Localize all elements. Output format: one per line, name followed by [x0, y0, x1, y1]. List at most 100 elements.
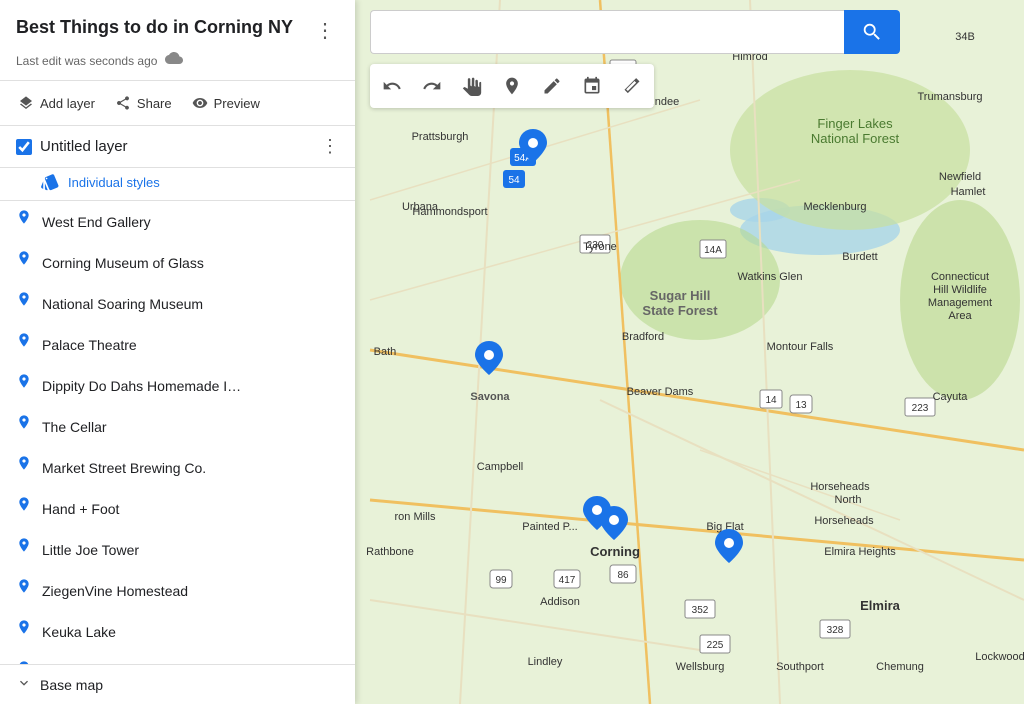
svg-text:34B: 34B [955, 31, 975, 43]
place-name: Corning Museum of Glass [42, 255, 204, 271]
svg-text:86: 86 [617, 570, 629, 581]
panel-actions: Add layer Share Preview [0, 81, 355, 126]
place-name: Palace Theatre [42, 337, 137, 353]
svg-text:Prattsburgh: Prattsburgh [412, 131, 469, 143]
svg-text:Southport: Southport [776, 661, 824, 673]
svg-text:Urbana: Urbana [402, 201, 439, 213]
svg-text:Management: Management [928, 297, 992, 309]
layer-style: Individual styles [0, 168, 355, 201]
svg-text:Sugar Hill: Sugar Hill [650, 288, 711, 303]
svg-text:ron Mills: ron Mills [395, 511, 436, 523]
place-name: Keuka Lake [42, 624, 116, 640]
add-layer-button[interactable]: Add layer [8, 89, 105, 117]
panel-title-row: Best Things to do in Corning NY ⋮ [16, 16, 339, 45]
place-pin-icon [16, 455, 32, 480]
cloud-icon [165, 49, 183, 72]
svg-text:Bath: Bath [374, 346, 397, 358]
svg-text:Addison: Addison [540, 596, 580, 608]
search-bar [370, 10, 900, 54]
style-icon [40, 172, 60, 192]
undo-button[interactable] [374, 68, 410, 104]
places-list: West End Gallery Corning Museum of Glass N… [0, 201, 355, 664]
place-item[interactable]: The Cellar [0, 406, 355, 447]
search-button[interactable] [844, 10, 900, 54]
place-pin-icon [16, 373, 32, 398]
draw-button[interactable] [534, 68, 570, 104]
pan-button[interactable] [454, 68, 490, 104]
svg-text:National Forest: National Forest [811, 131, 900, 146]
svg-text:Beaver Dams: Beaver Dams [627, 386, 694, 398]
svg-text:Mecklenburg: Mecklenburg [804, 201, 867, 213]
place-pin-icon [16, 414, 32, 439]
svg-text:Chemung: Chemung [876, 661, 924, 673]
svg-text:Savona: Savona [470, 391, 510, 403]
svg-text:223: 223 [912, 403, 929, 414]
svg-text:Area: Area [948, 310, 972, 322]
add-layer-label: Add layer [40, 96, 95, 111]
place-name: Hand + Foot [42, 501, 119, 517]
place-name: Dippity Do Dahs Homemade I… [42, 378, 241, 394]
redo-button[interactable] [414, 68, 450, 104]
svg-text:328: 328 [827, 625, 844, 636]
place-name: West End Gallery [42, 214, 151, 230]
place-pin-icon [16, 209, 32, 234]
share-label: Share [137, 96, 172, 111]
marker-button[interactable] [494, 68, 530, 104]
base-map-section[interactable]: Base map [0, 664, 355, 704]
place-item[interactable]: Corning Museum of Glass [0, 242, 355, 283]
place-item[interactable]: Dippity Do Dahs Homemade I… [0, 365, 355, 406]
style-label[interactable]: Individual styles [68, 175, 160, 190]
svg-text:Painted P...: Painted P... [522, 521, 577, 533]
svg-text:Hamlet: Hamlet [951, 186, 986, 198]
place-pin-icon [16, 332, 32, 357]
place-item[interactable]: Keuka Lake [0, 611, 355, 652]
svg-text:Corning: Corning [590, 544, 640, 559]
place-pin-icon [16, 291, 32, 316]
svg-text:Lindley: Lindley [528, 656, 563, 668]
svg-text:13: 13 [795, 400, 807, 411]
preview-button[interactable]: Preview [182, 89, 270, 117]
svg-text:Elmira: Elmira [860, 598, 901, 613]
svg-text:Finger Lakes: Finger Lakes [817, 116, 893, 131]
svg-text:352: 352 [692, 605, 709, 616]
expand-icon [16, 675, 32, 694]
layer-header: Untitled layer ⋮ [0, 126, 355, 168]
svg-text:Trumansburg: Trumansburg [917, 91, 982, 103]
place-item[interactable]: Hand + Foot [0, 488, 355, 529]
place-item[interactable]: Little Joe Tower [0, 529, 355, 570]
place-item[interactable]: ZiegenVine Homestead [0, 570, 355, 611]
svg-text:Tyrone: Tyrone [583, 241, 617, 253]
last-edit-text: Last edit was seconds ago [16, 54, 157, 68]
svg-text:Horseheads: Horseheads [814, 515, 874, 527]
svg-text:Wellsburg: Wellsburg [676, 661, 725, 673]
svg-text:14A: 14A [704, 245, 722, 256]
place-pin-icon [16, 578, 32, 603]
svg-text:State Forest: State Forest [642, 303, 718, 318]
layer-title-area: Untitled layer [16, 138, 128, 155]
place-item[interactable]: Corning's Gaffer District [0, 652, 355, 664]
layer-checkbox[interactable] [16, 139, 32, 155]
panel-menu-button[interactable]: ⋮ [311, 16, 339, 45]
place-name: The Cellar [42, 419, 107, 435]
layer-menu-button[interactable]: ⋮ [321, 136, 339, 157]
place-item[interactable]: West End Gallery [0, 201, 355, 242]
place-pin-icon [16, 537, 32, 562]
place-name: National Soaring Museum [42, 296, 203, 312]
polygon-button[interactable] [574, 68, 610, 104]
base-map-label: Base map [40, 677, 103, 693]
panel-subtitle: Last edit was seconds ago [16, 49, 339, 72]
ruler-button[interactable] [614, 68, 650, 104]
panel-header: Best Things to do in Corning NY ⋮ Last e… [0, 0, 355, 81]
panel-title: Best Things to do in Corning NY [16, 16, 293, 39]
search-input[interactable] [370, 10, 844, 54]
place-pin-icon [16, 250, 32, 275]
svg-text:54: 54 [508, 175, 520, 186]
place-item[interactable]: Market Street Brewing Co. [0, 447, 355, 488]
place-item[interactable]: National Soaring Museum [0, 283, 355, 324]
svg-text:Connecticut: Connecticut [931, 271, 989, 283]
place-item[interactable]: Palace Theatre [0, 324, 355, 365]
svg-text:Horseheads: Horseheads [810, 481, 870, 493]
svg-text:Hill Wildlife: Hill Wildlife [933, 284, 987, 296]
place-name: Market Street Brewing Co. [42, 460, 206, 476]
share-button[interactable]: Share [105, 89, 182, 117]
